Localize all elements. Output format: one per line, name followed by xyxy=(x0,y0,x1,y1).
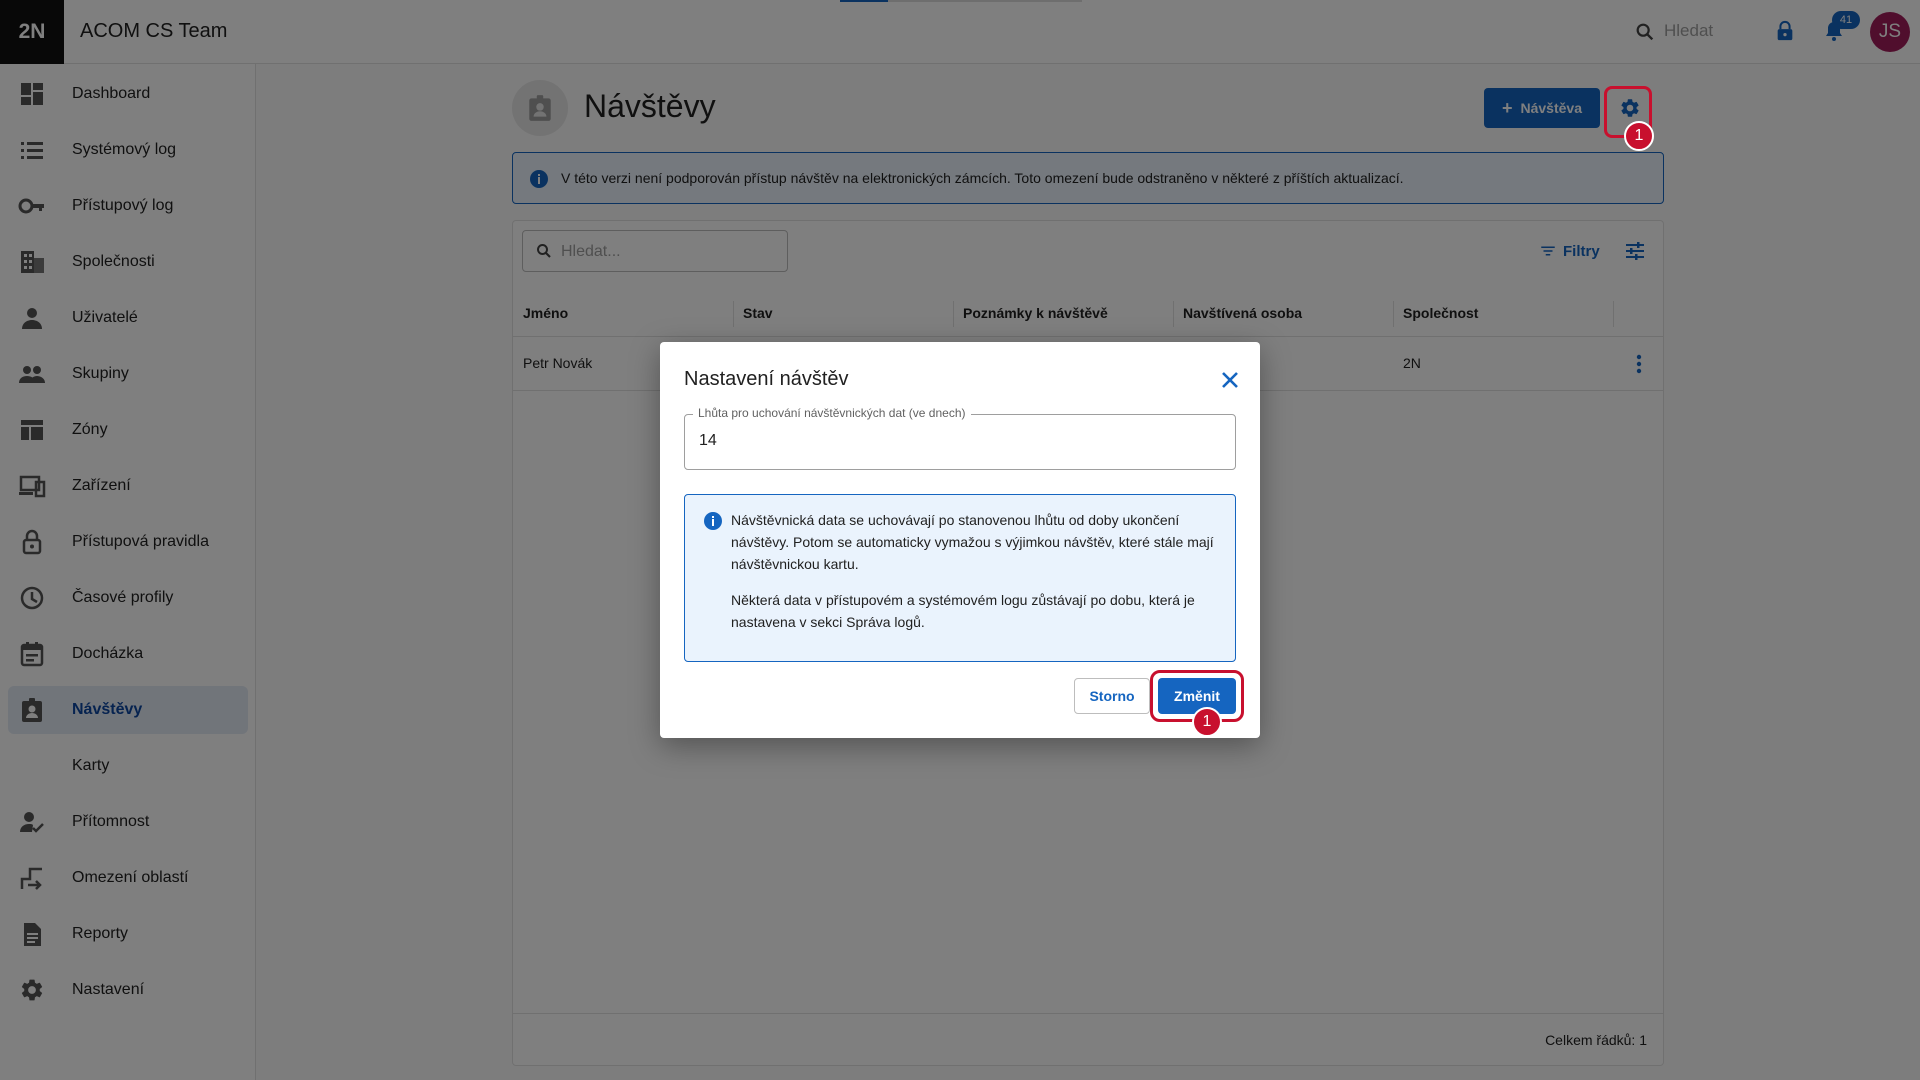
info-paragraph-1: Návštěvnická data se uchovávají po stano… xyxy=(731,509,1221,575)
step-badge: 1 xyxy=(1624,121,1654,151)
dialog-title: Nastavení návštěv xyxy=(684,368,849,390)
info-paragraph-2: Některá data v přístupovém a systémovém … xyxy=(731,589,1221,633)
info-line: návštěvnickou kartu. xyxy=(731,556,859,572)
info-line: návštěvy. Potom se automaticky vymažou s… xyxy=(731,534,1214,550)
close-icon[interactable] xyxy=(1218,368,1242,392)
info-line: Návštěvnická data se uchovávají po stano… xyxy=(731,512,1180,528)
dialog-info-box: Návštěvnická data se uchovávají po stano… xyxy=(684,494,1236,662)
cancel-button[interactable]: Storno xyxy=(1074,678,1150,714)
retention-days-label: Lhůta pro uchování návštěvnických dat (v… xyxy=(693,406,971,420)
info-line: nastavena v sekci Správa logů. xyxy=(731,614,925,630)
retention-days-value[interactable]: 14 xyxy=(699,432,717,450)
step-badge: 1 xyxy=(1192,707,1222,737)
info-line: Některá data v přístupovém a systémovém … xyxy=(731,592,1195,608)
change-button[interactable]: Změnit xyxy=(1158,678,1236,714)
info-icon xyxy=(704,512,722,530)
visit-settings-dialog: Nastavení návštěv Lhůta pro uchování náv… xyxy=(660,342,1260,738)
retention-days-field[interactable]: Lhůta pro uchování návštěvnických dat (v… xyxy=(684,406,1236,470)
